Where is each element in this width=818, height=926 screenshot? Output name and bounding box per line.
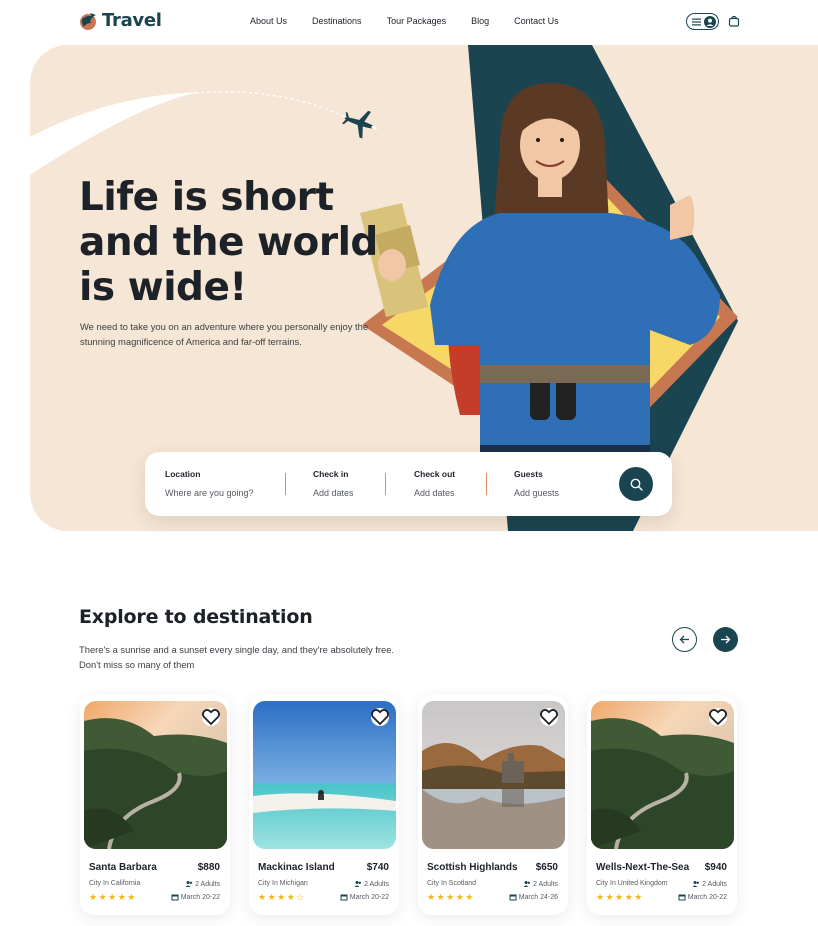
users-icon	[185, 881, 193, 887]
destination-card[interactable]: Wells-Next-The-Sea $940 City In United K…	[587, 695, 737, 915]
date-text: March 20-22	[687, 893, 727, 901]
check-in-input[interactable]: Add dates	[313, 488, 354, 498]
destination-name: Scottish Highlands	[427, 862, 518, 873]
guests-text: 2 Adults	[195, 880, 220, 888]
user-icon	[704, 15, 716, 28]
location-label: Location	[165, 469, 201, 479]
nav-links: About Us Destinations Tour Packages Blog…	[250, 16, 584, 26]
check-in-label: Check in	[313, 469, 349, 479]
destination-name: Wells-Next-The-Sea	[596, 862, 690, 873]
divider	[486, 473, 487, 495]
nav-link-about[interactable]: About Us	[250, 16, 287, 26]
calendar-icon	[678, 894, 686, 901]
check-out-field[interactable]: Check out Add dates	[414, 469, 455, 498]
guests-text: 2 Adults	[533, 880, 558, 888]
logo-text: Travel	[102, 10, 162, 31]
calendar-icon	[171, 894, 179, 901]
rating-stars: ★★★★☆	[258, 892, 306, 902]
guests-info: 2 Adults	[692, 880, 727, 888]
guests-input[interactable]: Add guests	[514, 488, 559, 498]
search-bar: Location Where are you going? Check in A…	[145, 452, 672, 516]
date-info: March 20-22	[678, 893, 727, 901]
guests-info: 2 Adults	[523, 880, 558, 888]
location-input[interactable]: Where are you going?	[165, 488, 254, 498]
heart-icon	[202, 709, 220, 726]
destination-location: City In Scotland	[427, 880, 477, 887]
heart-icon	[709, 709, 727, 726]
guests-label: Guests	[514, 469, 543, 479]
bag-icon[interactable]	[728, 15, 740, 27]
destination-card[interactable]: Santa Barbara $880 City In California 2 …	[80, 695, 230, 915]
section-subtitle: There's a sunrise and a sunset every sin…	[79, 644, 395, 670]
logo[interactable]: Travel	[78, 10, 162, 31]
date-info: March 24-26	[509, 893, 558, 901]
hero-subtitle: We need to take you on an adventure wher…	[80, 321, 369, 347]
guests-info: 2 Adults	[185, 880, 220, 888]
destination-card[interactable]: Mackinac Island $740 City In Michigan 2 …	[249, 695, 399, 915]
rating-stars: ★★★★★	[427, 892, 475, 902]
users-icon	[692, 881, 700, 887]
section-title: Explore to destination	[79, 606, 313, 628]
arrow-left-icon	[679, 635, 689, 644]
guests-info: 2 Adults	[354, 880, 389, 888]
destination-location: City In California	[89, 880, 141, 887]
search-button[interactable]	[619, 467, 653, 501]
check-in-field[interactable]: Check in Add dates	[313, 469, 354, 498]
airplane-icon	[341, 110, 378, 139]
globe-logo-icon	[80, 12, 96, 30]
nav-link-blog[interactable]: Blog	[471, 16, 489, 26]
account-menu-button[interactable]	[686, 13, 719, 30]
heart-icon	[540, 709, 558, 726]
destination-image	[591, 701, 734, 849]
destination-price: $740	[366, 862, 389, 873]
destination-name: Santa Barbara	[89, 862, 157, 873]
favorite-button[interactable]	[371, 708, 389, 726]
location-field[interactable]: Location Where are you going?	[165, 469, 254, 498]
guests-text: 2 Adults	[364, 880, 389, 888]
flight-path	[194, 91, 366, 128]
date-info: March 20-22	[171, 893, 220, 901]
date-text: March 20-22	[349, 893, 389, 901]
carousel-prev-button[interactable]	[672, 627, 697, 652]
users-icon	[523, 881, 531, 887]
destination-image	[253, 701, 396, 849]
nav-link-tour-packages[interactable]: Tour Packages	[387, 16, 447, 26]
swoosh-shape	[30, 92, 200, 175]
check-out-label: Check out	[414, 469, 456, 479]
divider	[285, 473, 286, 495]
date-info: March 20-22	[340, 893, 389, 901]
destination-price: $940	[704, 862, 727, 873]
date-text: March 20-22	[180, 893, 220, 901]
nav-link-destinations[interactable]: Destinations	[312, 16, 362, 26]
destination-location: City In Michigan	[258, 880, 308, 887]
destination-image	[84, 701, 227, 849]
top-nav: Travel About Us Destinations Tour Packag…	[0, 0, 818, 44]
guests-field[interactable]: Guests Add guests	[514, 469, 559, 498]
carousel-next-button[interactable]	[713, 627, 738, 652]
date-text: March 24-26	[518, 893, 558, 901]
favorite-button[interactable]	[540, 708, 558, 726]
destination-location: City In United Kingdom	[596, 880, 668, 887]
search-icon	[630, 478, 643, 491]
destination-card[interactable]: Scottish Highlands $650 City In Scotland…	[418, 695, 568, 915]
destination-name: Mackinac Island	[258, 862, 335, 873]
destination-image	[422, 701, 565, 849]
favorite-button[interactable]	[202, 708, 220, 726]
heart-icon	[371, 709, 389, 726]
calendar-icon	[509, 894, 517, 901]
calendar-icon	[340, 894, 348, 901]
rating-stars: ★★★★★	[89, 892, 137, 902]
arrow-right-icon	[721, 635, 731, 644]
check-out-input[interactable]: Add dates	[414, 488, 455, 498]
nav-link-contact[interactable]: Contact Us	[514, 16, 559, 26]
menu-icon	[692, 18, 701, 25]
favorite-button[interactable]	[709, 708, 727, 726]
users-icon	[354, 881, 362, 887]
destination-price: $650	[535, 862, 558, 873]
rating-stars: ★★★★★	[596, 892, 644, 902]
hero-title: Life is short and the world is wide!	[79, 175, 378, 310]
guests-text: 2 Adults	[702, 880, 727, 888]
destination-price: $880	[197, 862, 220, 873]
divider	[385, 473, 386, 495]
